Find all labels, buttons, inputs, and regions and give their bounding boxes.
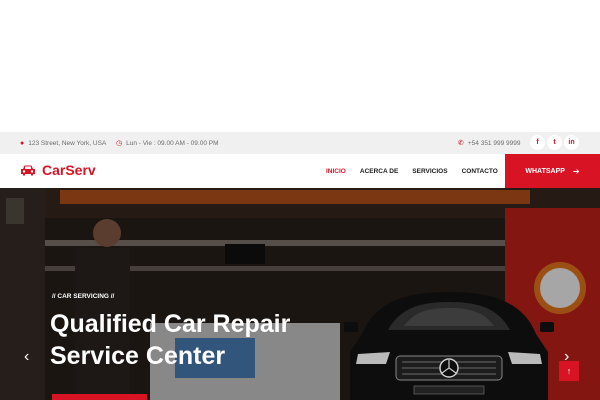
clock-icon: ◷ xyxy=(116,140,123,147)
nav-link-inicio[interactable]: INICIO xyxy=(326,168,346,175)
whatsapp-button-label: WHATSAPP xyxy=(525,167,565,175)
linkedin-icon[interactable]: in xyxy=(564,135,579,150)
hero-cta-button[interactable] xyxy=(52,394,147,400)
hero-headline-line-2: Service Center xyxy=(50,342,226,370)
hero-eyebrow: // CAR SERVICING // xyxy=(52,293,115,300)
nav-menu: INICIO ACERCA DE SERVICIOS CONTACTO xyxy=(326,154,512,188)
arrow-right-icon: ➔ xyxy=(572,166,580,176)
car-image xyxy=(344,292,554,400)
nav-link-contacto[interactable]: CONTACTO xyxy=(462,168,498,175)
address-item: ● 123 Street, New York, USA xyxy=(20,140,106,147)
blank-area xyxy=(0,0,600,132)
facebook-icon[interactable]: f xyxy=(530,135,545,150)
twitter-icon[interactable]: t xyxy=(547,135,562,150)
carousel-prev-button[interactable]: ‹ xyxy=(24,348,29,366)
hero-carousel: // CAR SERVICING // Qualified Car Repair… xyxy=(0,188,600,400)
hours-item: ◷ Lun - Vie : 09.00 AM - 09.00 PM xyxy=(116,139,219,148)
brand-logo[interactable]: CarServ xyxy=(20,162,96,178)
phone-text: +54 351 999 9999 xyxy=(467,139,521,147)
whatsapp-button[interactable]: WHATSAPP ➔ xyxy=(505,154,600,188)
map-marker-icon: ● xyxy=(20,139,25,147)
top-bar: ● 123 Street, New York, USA ◷ Lun - Vie … xyxy=(0,132,600,154)
phone-icon: ✆ xyxy=(458,140,464,147)
back-to-top-button[interactable]: ↑ xyxy=(559,361,579,381)
nav-link-acerca-de[interactable]: ACERCA DE xyxy=(360,168,398,175)
brand-name: CarServ xyxy=(42,162,96,178)
car-icon xyxy=(21,165,35,176)
hero-headline-line-1: Qualified Car Repair xyxy=(50,310,291,338)
chevron-left-icon: ‹ xyxy=(24,348,30,365)
hero-headline: Qualified Car Repair Service Center xyxy=(50,308,350,372)
navbar: CarServ INICIO ACERCA DE SERVICIOS CONTA… xyxy=(0,154,600,188)
nav-link-servicios[interactable]: SERVICIOS xyxy=(412,168,447,175)
phone-item: ✆ +54 351 999 9999 xyxy=(458,139,521,148)
social-links: f t in xyxy=(530,135,579,150)
arrow-up-icon: ↑ xyxy=(566,366,572,376)
hours-text: Lun - Vie : 09.00 AM - 09.00 PM xyxy=(126,139,219,147)
address-text: 123 Street, New York, USA xyxy=(28,139,107,147)
